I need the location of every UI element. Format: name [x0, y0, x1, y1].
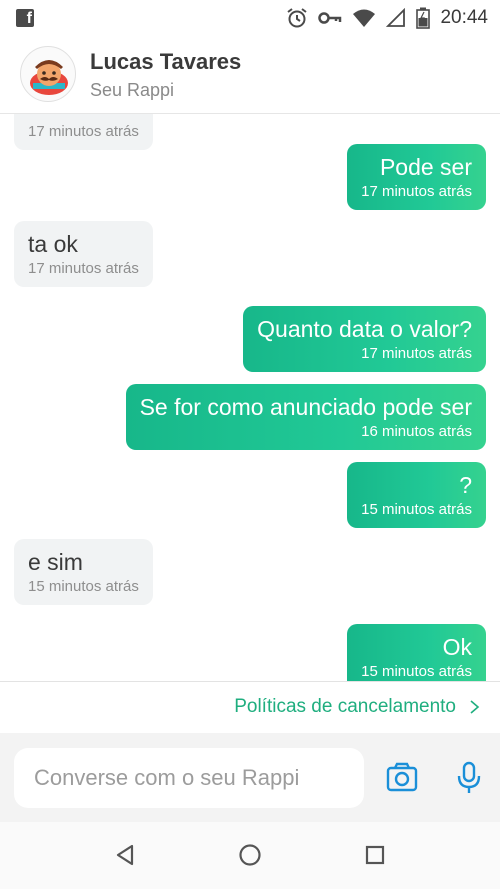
message-input[interactable]	[14, 748, 364, 808]
alarm-icon	[287, 8, 308, 28]
microphone-icon	[457, 761, 481, 793]
message-list[interactable]: ​ 17 minutos atrás Pode ser 17 minutos a…	[0, 114, 500, 681]
message-text: ​	[28, 114, 139, 122]
home-button[interactable]	[235, 840, 265, 870]
message-time: 17 minutos atrás	[28, 260, 139, 277]
message-time: 16 minutos atrás	[361, 423, 472, 440]
message-bubble-outgoing: Se for como anunciado pode ser 16 minuto…	[125, 384, 486, 450]
signal-icon	[386, 8, 406, 27]
message-time: 15 minutos atrás	[28, 578, 139, 595]
message-text: Se for como anunciado pode ser	[139, 394, 472, 420]
message-bubble-outgoing: Ok 15 minutos atrás	[347, 624, 486, 681]
message-bubble-outgoing: ? 15 minutos atrás	[347, 462, 486, 528]
recents-button[interactable]	[360, 840, 390, 870]
cancellation-policies-label: Políticas de cancelamento	[234, 696, 456, 717]
contact-name: Lucas Tavares	[90, 49, 242, 74]
vpn-key-icon	[318, 12, 342, 24]
chat-header: Lucas Tavares Seu Rappi	[0, 36, 500, 114]
message-bubble-incoming: e sim 15 minutos atrás	[14, 539, 153, 605]
message-time: 17 minutos atrás	[361, 345, 472, 362]
navigation-bar	[0, 822, 500, 889]
message-bubble-incoming: ​ 17 minutos atrás	[14, 114, 153, 150]
microphone-button[interactable]	[452, 760, 486, 796]
message-time: 15 minutos atrás	[361, 663, 472, 680]
chevron-right-icon	[470, 700, 480, 714]
camera-button[interactable]	[385, 760, 419, 794]
home-circle-icon	[239, 844, 261, 866]
camera-icon	[386, 762, 418, 792]
message-time: 17 minutos atrás	[361, 183, 472, 200]
message-bubble-incoming: ta ok 17 minutos atrás	[14, 221, 153, 287]
status-bar: f 20:44	[0, 0, 500, 36]
battery-icon	[416, 7, 431, 29]
message-time: 17 minutos atrás	[28, 123, 139, 140]
message-text: Ok	[442, 634, 472, 660]
message-text: e sim	[28, 549, 83, 575]
message-text: Pode ser	[379, 154, 472, 180]
policies-bar: Políticas de cancelamento	[0, 681, 500, 733]
avatar[interactable]	[20, 46, 76, 102]
status-time: 20:44	[440, 7, 488, 28]
back-button[interactable]	[110, 840, 140, 870]
message-text: Quanto data o valor?	[257, 316, 472, 342]
facebook-notification-icon: f	[16, 9, 34, 27]
back-triangle-icon	[116, 844, 134, 866]
cancellation-policies-link[interactable]: Políticas de cancelamento	[234, 696, 480, 718]
message-text: ta ok	[28, 231, 78, 257]
rappi-mascot-icon	[30, 60, 68, 95]
recents-square-icon	[365, 845, 385, 865]
message-bubble-outgoing: Quanto data o valor? 17 minutos atrás	[243, 306, 486, 372]
message-text: ?	[459, 472, 472, 498]
message-composer	[0, 733, 500, 822]
contact-subtitle: Seu Rappi	[90, 80, 175, 100]
wifi-icon	[353, 9, 376, 27]
status-icons: 20:44	[286, 6, 488, 30]
message-time: 15 minutos atrás	[361, 501, 472, 518]
message-bubble-outgoing: Pode ser 17 minutos atrás	[347, 144, 486, 210]
